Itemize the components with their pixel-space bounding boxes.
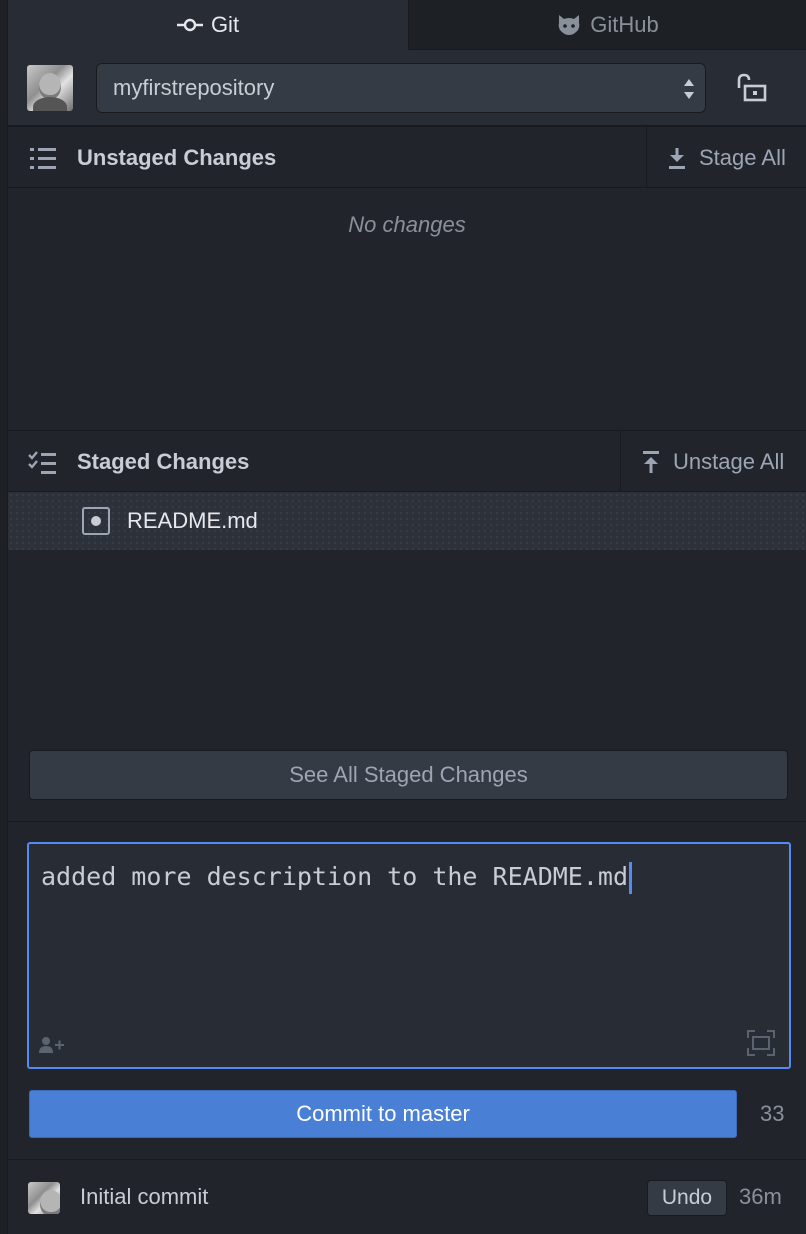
- unstaged-changes-title: Unstaged Changes: [77, 145, 277, 170]
- tab-git-label: Git: [210, 11, 240, 37]
- recent-commit-row: Initial commit Undo 36m: [8, 1160, 806, 1234]
- select-arrows-icon: [684, 79, 694, 99]
- tab-git[interactable]: Git: [8, 0, 408, 50]
- download-icon: [669, 148, 685, 169]
- stage-all-button[interactable]: Stage All: [646, 127, 806, 189]
- commit-message-editor[interactable]: added more description to the README.md: [27, 842, 791, 1069]
- commit-message-text[interactable]: added more description to the README.md: [41, 862, 632, 894]
- unstaged-changes-list: No changes: [8, 188, 806, 430]
- expand-editor-icon[interactable]: [747, 1030, 775, 1056]
- staged-changes-header: Staged Changes Unstage All: [8, 430, 806, 493]
- text-caret: [629, 862, 632, 894]
- checklist-icon: [28, 451, 56, 474]
- commit-area: added more description to the README.md …: [8, 822, 806, 1160]
- repository-row: myfirstrepository: [8, 50, 806, 126]
- repository-select-value: myfirstrepository: [113, 75, 275, 100]
- add-coauthor-icon[interactable]: [39, 1036, 65, 1054]
- repository-select[interactable]: myfirstrepository: [96, 63, 706, 113]
- recent-commit-time: 36m: [739, 1184, 782, 1209]
- avatar: [27, 65, 73, 111]
- no-changes-text: No changes: [348, 212, 466, 237]
- commit-button[interactable]: Commit to master: [29, 1090, 737, 1138]
- unlock-icon[interactable]: [736, 72, 768, 104]
- see-all-staged-changes-button[interactable]: See All Staged Changes: [29, 750, 788, 800]
- tab-github-label: GitHub: [590, 11, 659, 37]
- git-panel: Git GitHub myfirstrepository Unstaged Ch…: [8, 0, 806, 1234]
- list-unordered-icon: [30, 148, 56, 169]
- panel-tabs: Git GitHub: [8, 0, 806, 50]
- unstaged-changes-header: Unstaged Changes Stage All: [8, 126, 806, 189]
- staged-changes-list: README.md See All Staged Changes: [8, 492, 806, 822]
- staged-changes-title: Staged Changes: [77, 449, 250, 474]
- tab-github[interactable]: GitHub: [408, 0, 806, 50]
- list-item[interactable]: README.md: [8, 492, 806, 550]
- commit-message-value: added more description to the README.md: [41, 862, 628, 891]
- remaining-characters-count: 33: [760, 1101, 785, 1126]
- undo-button[interactable]: Undo: [647, 1180, 727, 1216]
- left-gutter: [0, 0, 8, 1234]
- unstage-all-label: Unstage All: [673, 449, 785, 474]
- recent-commit-message: Initial commit: [80, 1184, 209, 1209]
- git-commit-icon: [176, 18, 203, 31]
- unstage-all-button[interactable]: Unstage All: [620, 431, 806, 493]
- file-name: README.md: [127, 508, 258, 533]
- octocat-icon: [558, 14, 580, 35]
- stage-all-label: Stage All: [699, 145, 786, 170]
- file-modified-icon: [82, 507, 110, 535]
- upload-icon: [643, 451, 659, 473]
- commit-author-avatar: [28, 1182, 60, 1214]
